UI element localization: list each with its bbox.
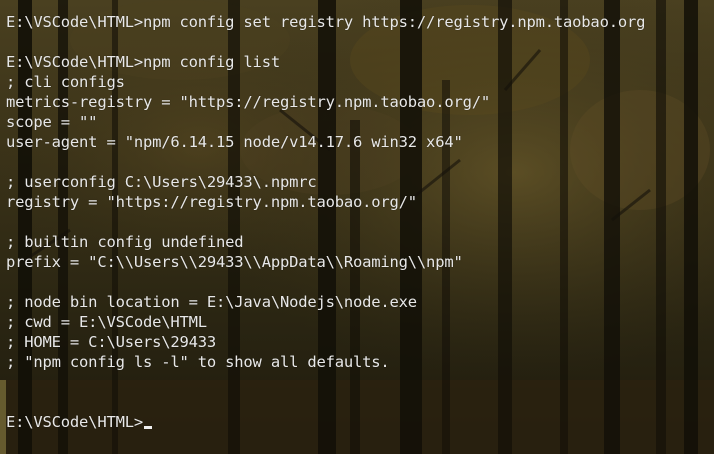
terminal-line: prefix = "C:\\Users\\29433\\AppData\\Roa… [6,253,463,271]
terminal-line: ; node bin location = E:\Java\Nodejs\nod… [6,293,417,311]
terminal-line: registry = "https://registry.npm.taobao.… [6,193,417,211]
terminal-line: ; builtin config undefined [6,233,244,251]
terminal-line: scope = "" [6,113,98,131]
terminal-line: E:\VSCode\HTML>npm config set registry h… [6,13,646,31]
terminal-line: metrics-registry = "https://registry.npm… [6,93,490,111]
terminal-output[interactable]: E:\VSCode\HTML>npm config set registry h… [0,0,714,454]
terminal-line: E:\VSCode\HTML>npm config list [6,53,280,71]
text-cursor [143,426,152,429]
prompt-line[interactable]: E:\VSCode\HTML> [6,412,152,432]
prompt-text: E:\VSCode\HTML> [6,413,143,431]
terminal-line: ; "npm config ls -l" to show all default… [6,353,390,371]
terminal-line: ; HOME = C:\Users\29433 [6,333,217,351]
terminal-line: ; userconfig C:\Users\29433\.npmrc [6,173,317,191]
terminal-line: user-agent = "npm/6.14.15 node/v14.17.6 … [6,133,463,151]
terminal-line: ; cli configs [6,73,125,91]
terminal-line: ; cwd = E:\VSCode\HTML [6,313,207,331]
